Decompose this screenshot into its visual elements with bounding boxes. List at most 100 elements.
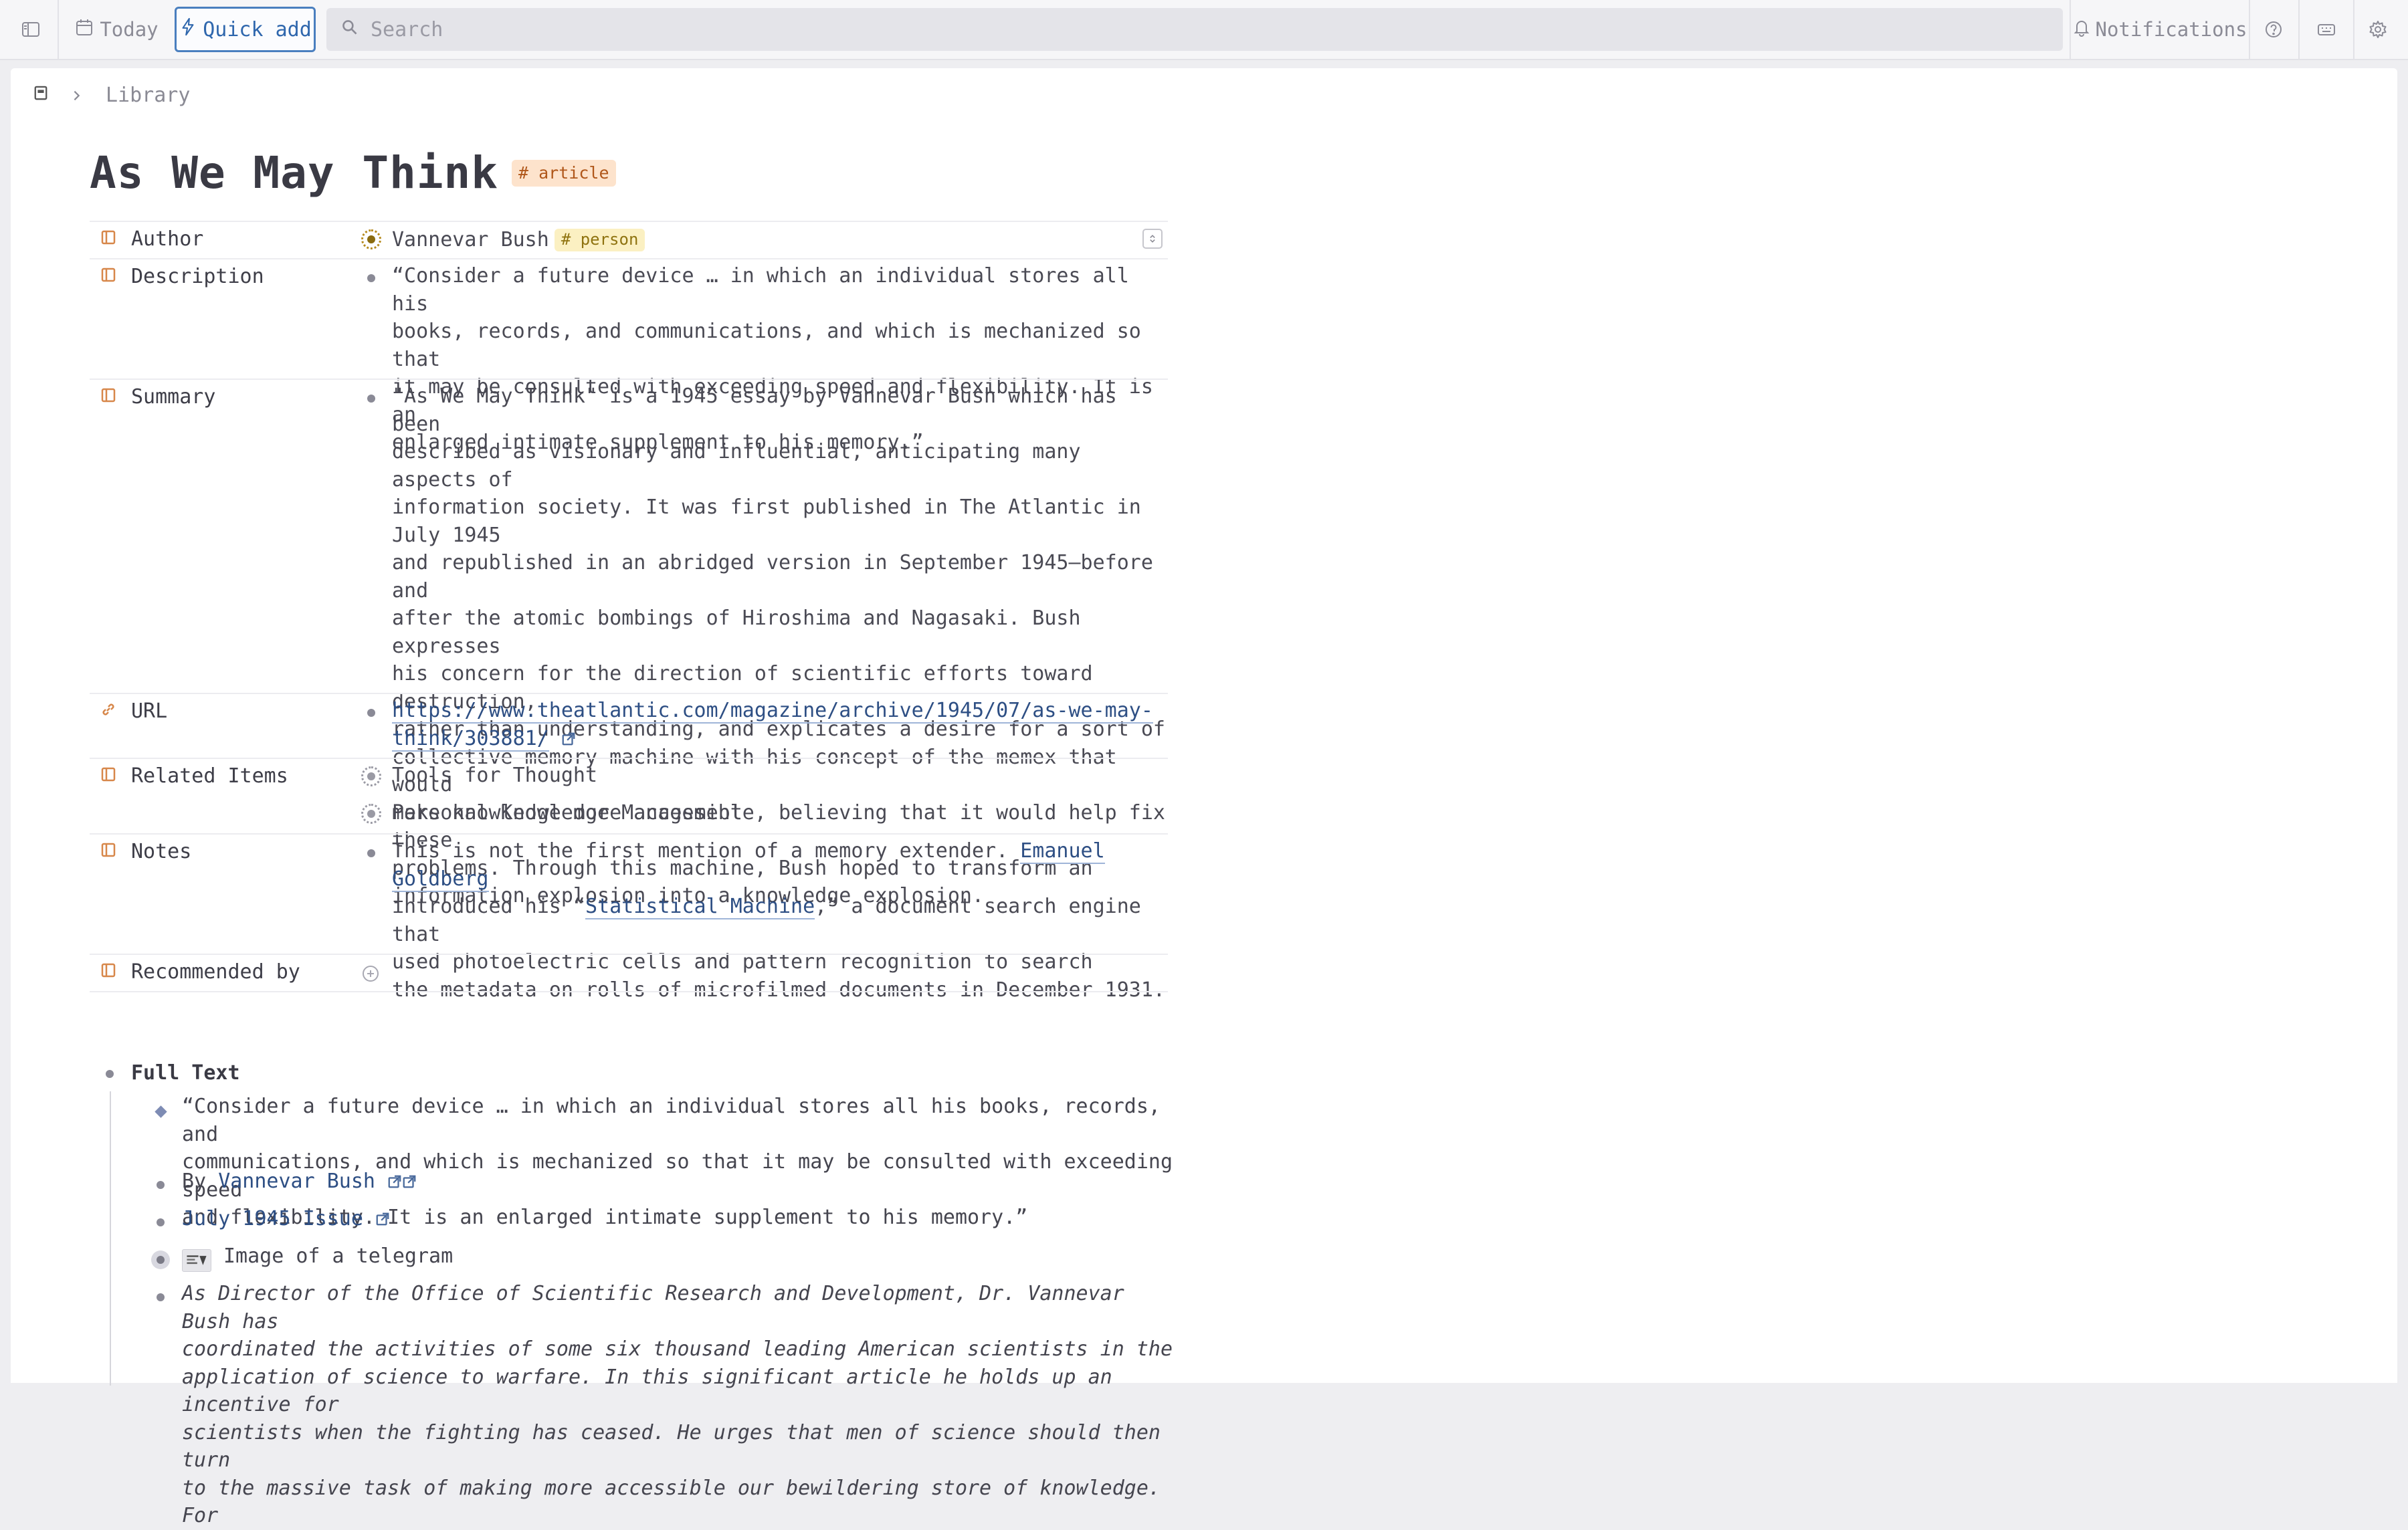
divider xyxy=(2298,0,2300,60)
indent-guide xyxy=(110,1091,111,1386)
field-label-url[interactable]: URL xyxy=(131,699,167,723)
field-label-recommended-by[interactable]: Recommended by xyxy=(131,960,300,984)
image-caption[interactable]: Image of a telegram xyxy=(223,1242,453,1271)
text-fragment: introduced his “ xyxy=(392,895,585,918)
page-title[interactable]: As We May Think xyxy=(90,147,498,199)
calendar-icon xyxy=(74,17,94,42)
field-row-author: Author Vannevar Bush # person xyxy=(90,221,1168,258)
bullet[interactable] xyxy=(367,849,375,857)
lightning-icon xyxy=(179,17,197,41)
by-prefix: By xyxy=(182,1170,219,1193)
bullet[interactable] xyxy=(367,395,375,403)
issue-line: July 1945 Issue xyxy=(182,1205,390,1233)
text-line: scientists when the fighting has ceased.… xyxy=(182,1420,1161,1472)
text-line: “Consider a future device … in which an … xyxy=(392,264,1129,316)
field-label-summary[interactable]: Summary xyxy=(131,385,215,409)
external-link-icon[interactable] xyxy=(375,1207,390,1230)
bullet[interactable] xyxy=(157,1293,165,1301)
url-link-cont[interactable]: think/303881/ xyxy=(392,726,549,752)
text-line: application of science to warfare. In th… xyxy=(182,1365,1112,1417)
page-title-row: As We May Think # article xyxy=(90,147,616,199)
keyboard-icon[interactable] xyxy=(2305,7,2348,52)
full-text-heading[interactable]: Full Text xyxy=(131,1059,240,1087)
field-icon xyxy=(100,266,116,286)
bullet[interactable] xyxy=(157,1181,165,1189)
statistical-machine-link[interactable]: Statistical Machine xyxy=(585,895,815,919)
link-icon xyxy=(100,701,116,721)
external-link-icon[interactable] xyxy=(561,727,576,750)
telegram-image-thumbnail[interactable] xyxy=(182,1249,211,1272)
related-item[interactable]: Personal Knowledge Management xyxy=(392,799,742,827)
person-tag[interactable]: # person xyxy=(554,228,645,251)
field-row-recommended-by: Recommended by xyxy=(90,954,1168,992)
today-label: Today xyxy=(100,18,159,41)
sidebar-toggle-icon[interactable] xyxy=(12,7,49,52)
field-label-author[interactable]: Author xyxy=(131,227,203,251)
quick-add-label: Quick add xyxy=(203,17,312,41)
node-icon[interactable] xyxy=(361,229,381,249)
field-icon xyxy=(100,841,116,861)
author-value: Vannevar Bush # person xyxy=(392,226,645,254)
node-icon[interactable] xyxy=(361,766,381,786)
article-tag[interactable]: # article xyxy=(512,159,616,187)
field-label-description[interactable]: Description xyxy=(131,265,264,288)
divider xyxy=(58,0,59,60)
settings-gear-icon[interactable] xyxy=(2359,7,2397,52)
author-link[interactable]: Vannevar Bush xyxy=(218,1170,375,1193)
notifications-button[interactable]: Notifications xyxy=(2074,7,2247,52)
field-row-notes: Notes This is not the first mention of a… xyxy=(90,833,1168,1002)
field-label-notes[interactable]: Notes xyxy=(131,840,191,863)
today-button[interactable]: Today xyxy=(67,7,166,52)
document-page: Library As We May Think # article Author… xyxy=(11,68,2397,1527)
quick-add-button[interactable]: Quick add xyxy=(175,7,316,52)
workspace-icon[interactable] xyxy=(33,84,48,107)
text-line: and republished in an abridged version i… xyxy=(392,551,1153,603)
text-line: to the massive task of making more acces… xyxy=(182,1476,1161,1528)
url-link[interactable]: https://www.theatlantic.com/magazine/arc… xyxy=(392,699,1153,724)
text-line: coordinated the activities of some six t… xyxy=(182,1337,1173,1361)
bullet[interactable] xyxy=(106,1070,114,1078)
search-placeholder: Search xyxy=(371,17,443,41)
breadcrumb-library[interactable]: Library xyxy=(106,84,190,107)
notifications-label: Notifications xyxy=(2095,18,2247,41)
node-icon[interactable] xyxy=(361,804,381,824)
field-row-url: URL https://www.theatlantic.com/magazine… xyxy=(90,693,1168,758)
text-line: “Consider a future device … in which an … xyxy=(182,1095,1161,1146)
bullet[interactable] xyxy=(367,274,375,282)
bullet[interactable] xyxy=(367,709,375,717)
field-row-description: Description “Consider a future device … … xyxy=(90,258,1168,454)
field-icon xyxy=(100,387,116,407)
url-value: https://www.theatlantic.com/magazine/arc… xyxy=(392,697,1153,752)
diamond-bullet[interactable] xyxy=(155,1105,167,1118)
byline: By Vannevar Bush xyxy=(182,1168,417,1196)
issue-link[interactable]: July 1945 Issue xyxy=(182,1207,363,1230)
help-icon[interactable] xyxy=(2254,7,2293,52)
author-name[interactable]: Vannevar Bush xyxy=(392,226,549,254)
collapsed-bullet[interactable] xyxy=(151,1250,170,1269)
search-icon xyxy=(341,18,359,41)
related-item[interactable]: Tools for Thought xyxy=(392,762,597,790)
text-line: "As We May Think" is a 1945 essay by Van… xyxy=(392,385,1117,436)
field-row-related-items: Related Items Tools for Thought Personal… xyxy=(90,758,1168,833)
text-fragment: This is not the first mention of a memor… xyxy=(392,839,1021,863)
text-line: after the atomic bombings of Hiroshima a… xyxy=(392,607,1081,658)
external-link-icon[interactable] xyxy=(402,1170,417,1193)
divider xyxy=(2353,0,2354,60)
breadcrumb: Library xyxy=(33,78,190,112)
add-value-icon[interactable] xyxy=(361,964,380,986)
intro-paragraph[interactable]: As Director of the Office of Scientific … xyxy=(182,1280,1173,1530)
search-input[interactable]: Search xyxy=(326,8,2063,51)
external-link-icon[interactable] xyxy=(387,1170,402,1193)
field-label-related-items[interactable]: Related Items xyxy=(131,764,288,788)
text-line: information society. It was first publis… xyxy=(392,496,1141,547)
bullet[interactable] xyxy=(157,1218,165,1226)
divider xyxy=(2249,0,2250,60)
field-icon xyxy=(100,229,116,249)
field-icon xyxy=(100,766,116,786)
top-bar: Today Quick add Search Notifications xyxy=(0,0,2408,60)
expand-toggle-icon[interactable] xyxy=(1142,229,1163,249)
fields-table: Author Vannevar Bush # person Descriptio… xyxy=(90,221,1168,1002)
bell-icon xyxy=(2072,17,2092,42)
field-row-summary: Summary "As We May Think" is a 1945 essa… xyxy=(90,378,1168,907)
text-line: books, records, and communications, and … xyxy=(392,320,1141,371)
